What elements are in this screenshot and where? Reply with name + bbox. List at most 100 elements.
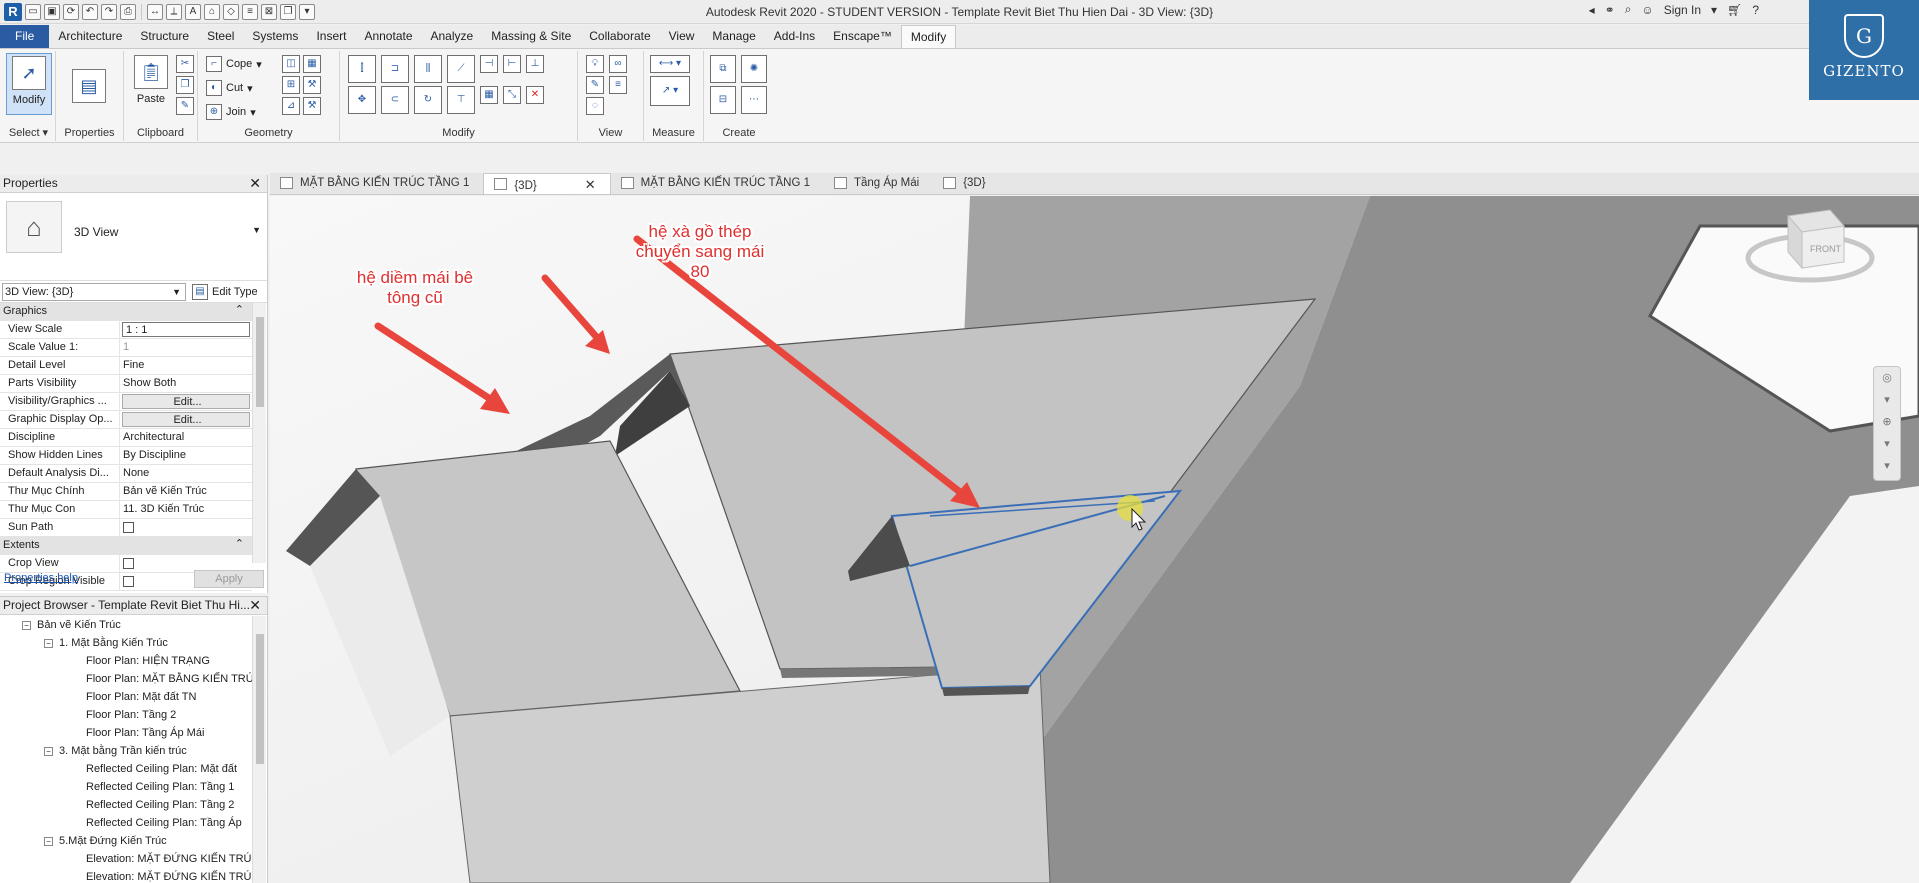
property-value[interactable]: Edit...	[122, 394, 250, 409]
view-tab[interactable]: {3D}	[933, 173, 999, 194]
cart-icon[interactable]: 🛒︎	[1727, 3, 1742, 17]
property-value[interactable]	[120, 519, 252, 536]
ribbon-tab-enscape-[interactable]: Enscape™	[824, 25, 901, 48]
offset-icon[interactable]: ⊐	[381, 55, 409, 83]
steering-wheel-icon[interactable]: ◎	[1874, 367, 1900, 389]
browser-node[interactable]: Floor Plan: Tầng 2	[0, 706, 252, 724]
hammer-icon[interactable]: ⚒	[303, 97, 321, 115]
property-value[interactable]: None	[120, 465, 252, 482]
ribbon-tab-systems[interactable]: Systems	[243, 25, 307, 48]
create-assembly-icon[interactable]: ⧉	[710, 55, 736, 83]
dropdown-icon[interactable]: ▾	[1874, 433, 1900, 455]
collapse-toggle-icon[interactable]: −	[44, 747, 53, 756]
view-tab[interactable]: MẶT BẰNG KIẾN TRÚC TẦNG 1	[611, 173, 824, 194]
split-gap-icon[interactable]: ⊢	[503, 55, 521, 73]
create-similar-icon[interactable]: ⋯	[741, 86, 767, 114]
browser-scrollbar[interactable]	[252, 616, 266, 883]
property-value[interactable]: Show Both	[120, 375, 252, 392]
ribbon-tab-massing-site[interactable]: Massing & Site	[482, 25, 580, 48]
hide-icon[interactable]: 💡︎	[586, 55, 604, 73]
paint-view-icon[interactable]: ◌	[586, 97, 604, 115]
browser-node[interactable]: −5.Mặt Đứng Kiến Trúc	[0, 832, 252, 850]
property-section[interactable]: Graphics ⌃	[0, 303, 252, 321]
view-tab[interactable]: MẶT BẰNG KIẾN TRÚC TẦNG 1	[270, 173, 483, 194]
help-icon[interactable]: ?	[1752, 3, 1759, 17]
browser-node[interactable]: Floor Plan: MẶT BẰNG KIẾN TRÚ	[0, 670, 252, 688]
lines-icon[interactable]: ≡	[609, 76, 627, 94]
checkbox[interactable]	[123, 522, 134, 533]
scroll-thumb[interactable]	[256, 634, 264, 764]
browser-node[interactable]: − Bản vẽ Kiến Trúc	[0, 616, 252, 634]
search-icon[interactable]: ⌕	[1625, 2, 1632, 17]
mirror-draw-icon[interactable]: ⟋	[447, 55, 475, 83]
paint-icon[interactable]: ▦	[303, 55, 321, 73]
ribbon-tab-collaborate[interactable]: Collaborate	[580, 25, 659, 48]
ribbon-tab-file[interactable]: File	[0, 25, 50, 48]
close-icon[interactable]: ✕	[249, 597, 261, 614]
property-value[interactable]: Fine	[120, 357, 252, 374]
scroll-thumb[interactable]	[256, 317, 264, 407]
binoculars-icon[interactable]: ⚭	[1605, 3, 1615, 17]
dropdown-icon[interactable]: ▾	[1874, 389, 1900, 411]
browser-node[interactable]: Floor Plan: Mặt đất TN	[0, 688, 252, 706]
ribbon-tab-insert[interactable]: Insert	[307, 25, 355, 48]
scale-icon[interactable]: ⤡	[503, 86, 521, 104]
property-value[interactable]: By Discipline	[120, 447, 252, 464]
measure-distance-icon[interactable]: ⟷ ▾	[650, 55, 690, 73]
user-icon[interactable]: ☺	[1641, 3, 1653, 17]
collapse-icon[interactable]: ⌃	[235, 537, 252, 554]
array-icon[interactable]: ▦	[480, 86, 498, 104]
delete-icon[interactable]: ✕	[526, 86, 544, 104]
collapse-toggle-icon[interactable]: −	[22, 621, 31, 630]
join-button[interactable]: ⊕ Join ▾	[206, 103, 256, 121]
align-icon[interactable]: ⫿	[348, 55, 376, 83]
browser-node[interactable]: Reflected Ceiling Plan: Tầng 1	[0, 778, 252, 796]
browser-node[interactable]: Reflected Ceiling Plan: Tầng 2	[0, 796, 252, 814]
create-parts-icon[interactable]: ✺	[741, 55, 767, 83]
view-tab[interactable]: {3D} ✕	[483, 173, 611, 194]
cut-button[interactable]: ◐ Cut ▾	[206, 79, 253, 97]
cope-button[interactable]: ⌐ Cope ▾	[206, 55, 262, 73]
copy-icon[interactable]: ❐	[176, 76, 194, 94]
cut-clip-icon[interactable]: ✂	[176, 55, 194, 73]
3d-viewport[interactable]: FRONT hệ diềm mái bê tông cũ hệ xà gồ th…	[270, 196, 1919, 883]
close-tab-icon[interactable]: ✕	[585, 177, 596, 192]
demolish-icon[interactable]: ⚒	[303, 76, 321, 94]
modify-button[interactable]: ➚ Modify	[6, 53, 52, 115]
browser-node[interactable]: Elevation: MẶT ĐỨNG KIẾN TRÚ	[0, 868, 252, 883]
browser-node[interactable]: −1. Mặt Bằng Kiến Trúc	[0, 634, 252, 652]
ribbon-tab-annotate[interactable]: Annotate	[355, 25, 421, 48]
move-icon[interactable]: ✥	[348, 86, 376, 114]
ribbon-tab-structure[interactable]: Structure	[131, 25, 198, 48]
property-value[interactable]: 11. 3D Kiến Trúc	[120, 501, 252, 518]
browser-node[interactable]: Floor Plan: HIỆN TRẠNG	[0, 652, 252, 670]
dropdown-icon[interactable]: ▾	[1711, 3, 1717, 17]
collapse-toggle-icon[interactable]: −	[44, 837, 53, 846]
apply-button[interactable]: Apply	[194, 570, 264, 588]
linework-icon[interactable]: ✎	[586, 76, 604, 94]
properties-scrollbar[interactable]	[252, 303, 266, 563]
back-icon[interactable]: ◂	[1589, 3, 1595, 17]
ribbon-tab-analyze[interactable]: Analyze	[422, 25, 483, 48]
select-group-label[interactable]: Select ▾	[2, 126, 55, 139]
property-value[interactable]: Edit...	[122, 412, 250, 427]
paste-button[interactable]: 📋︎ Paste	[128, 53, 174, 115]
edit-type-button[interactable]: ▤ Edit Type	[192, 284, 258, 300]
mirror-axis-icon[interactable]: ⫼	[414, 55, 442, 83]
sign-in-link[interactable]: Sign In	[1664, 3, 1701, 17]
type-selector[interactable]: ⌂ 3D View ▼	[0, 193, 267, 281]
browser-node[interactable]: −3. Mặt bằng Trần kiến trúc	[0, 742, 252, 760]
browser-node[interactable]: Floor Plan: Tầng Áp Mái	[0, 724, 252, 742]
instance-selector[interactable]: 3D View: {3D} ▼	[2, 283, 186, 301]
beam-join-icon[interactable]: ⊿	[282, 97, 300, 115]
create-group-icon[interactable]: ⊟	[710, 86, 736, 114]
property-value[interactable]: Bản vẽ Kiến Trúc	[120, 483, 252, 500]
ribbon-tab-manage[interactable]: Manage	[703, 25, 764, 48]
override-icon[interactable]: ∞	[609, 55, 627, 73]
chevron-down-icon[interactable]: ▼	[252, 225, 261, 235]
split-icon[interactable]: ⊣	[480, 55, 498, 73]
nav-options-icon[interactable]: ▾	[1874, 455, 1900, 477]
browser-node[interactable]: Reflected Ceiling Plan: Tầng Áp	[0, 814, 252, 832]
match-type-icon[interactable]: ✎	[176, 97, 194, 115]
property-value[interactable]: 1 : 1	[122, 322, 250, 337]
